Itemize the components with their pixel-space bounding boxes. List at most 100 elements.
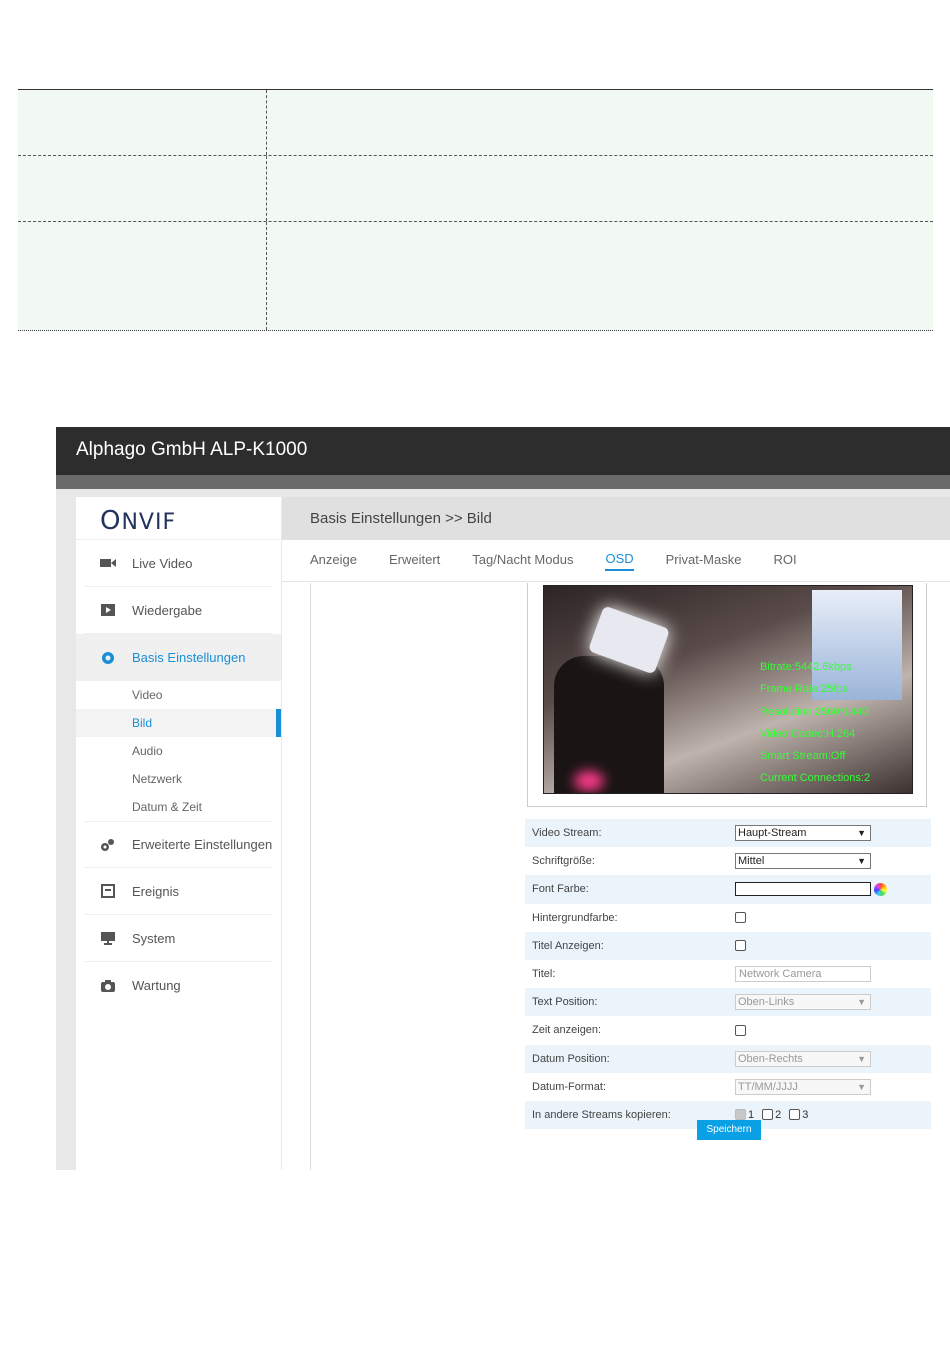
tab-privat-maske[interactable]: Privat-Maske — [666, 552, 742, 570]
osd-form: Video Stream: Haupt-Stream ▼ Schriftgröße… — [525, 819, 931, 1130]
camera-icon — [100, 979, 116, 993]
osd-connections: Current Connections:2 — [760, 772, 871, 785]
tab-tag-nacht-modus[interactable]: Tag/Nacht Modus — [472, 552, 573, 570]
sidebar-item-label: System — [132, 930, 176, 946]
chevron-down-icon: ▼ — [857, 828, 866, 839]
gears-icon — [100, 838, 116, 852]
tab-roi[interactable]: ROI — [773, 552, 796, 570]
text-position-value: Oben-Links — [738, 996, 795, 1009]
table-row — [18, 90, 933, 156]
sidebar-subitem-audio[interactable]: Audio — [76, 737, 281, 765]
tab-anzeige[interactable]: Anzeige — [310, 552, 357, 570]
show-time-label: Zeit anzeigen: — [532, 1024, 602, 1037]
copy-stream-3-label: 3 — [802, 1108, 809, 1121]
form-row: Zeit anzeigen: — [525, 1016, 931, 1045]
font-size-select[interactable]: Mittel ▼ — [735, 853, 871, 870]
tab-osd[interactable]: OSD — [605, 551, 634, 571]
bg-color-checkbox[interactable] — [735, 912, 746, 924]
breadcrumb: Basis Einstellungen >> Bild — [282, 497, 950, 540]
form-row: Schriftgröße: Mittel ▼ — [525, 847, 931, 876]
copy-stream-3-checkbox[interactable] — [789, 1109, 801, 1121]
form-row: Datum-Format: TT/MM/JJJJ ▼ — [525, 1072, 931, 1101]
sidebar: ONVIF Live Video Wiedergabe Basis Einste… — [76, 497, 281, 1170]
osd-smart-stream: Smart Stream:Off — [760, 750, 846, 763]
table-row — [18, 156, 933, 222]
video-stream-label: Video Stream: — [532, 827, 602, 840]
tab-bar: Anzeige Erweitert Tag/Nacht Modus OSD Pr… — [282, 540, 950, 582]
sidebar-item-erweiterte-einstellungen[interactable]: Erweiterte Einstellungen — [84, 821, 273, 868]
title-label: Titel: — [532, 968, 556, 981]
bg-color-label: Hintergrundfarbe: — [532, 911, 618, 924]
copy-stream-2-checkbox[interactable] — [762, 1109, 774, 1121]
sidebar-item-label: Wartung — [132, 978, 181, 993]
camera-web-app: Alphago GmbH ALP-K1000 ONVIF Live Video … — [56, 427, 950, 1170]
form-row: Text Position: Oben-Links ▼ — [525, 988, 931, 1017]
sidebar-item-wiedergabe[interactable]: Wiedergabe — [84, 587, 273, 634]
font-size-value: Mittel — [738, 855, 765, 868]
font-color-label: Font Farbe: — [532, 883, 589, 896]
sidebar-subitem-datum-zeit[interactable]: Datum & Zeit — [76, 793, 281, 821]
form-row: Video Stream: Haupt-Stream ▼ — [525, 819, 931, 848]
sidebar-subitem-netzwerk[interactable]: Netzwerk — [76, 765, 281, 793]
date-position-value: Oben-Rechts — [738, 1052, 803, 1065]
osd-video-codec: Video Codec:H.264 — [760, 727, 856, 740]
sidebar-item-system[interactable]: System — [84, 915, 273, 962]
color-wheel-icon[interactable] — [874, 882, 887, 896]
sidebar-item-ereignis[interactable]: Ereignis — [84, 868, 273, 915]
save-button[interactable]: Speichern — [697, 1120, 761, 1140]
font-color-input[interactable] — [735, 882, 871, 897]
copy-stream-2-label: 2 — [775, 1108, 782, 1121]
sidebar-item-label: Live Video — [132, 555, 193, 571]
title-input[interactable]: Network Camera — [735, 966, 871, 983]
text-position-select[interactable]: Oben-Links ▼ — [735, 994, 871, 1011]
sub-bar — [56, 475, 950, 489]
monitor-icon — [100, 931, 116, 945]
date-position-select[interactable]: Oben-Rechts ▼ — [735, 1050, 871, 1067]
document-table — [18, 89, 933, 331]
video-camera-icon — [100, 556, 116, 570]
playback-icon — [100, 603, 116, 617]
date-format-value: TT/MM/JJJJ — [738, 1080, 798, 1093]
date-format-select[interactable]: TT/MM/JJJJ ▼ — [735, 1078, 871, 1095]
sidebar-item-label: Ereignis — [132, 883, 179, 899]
sidebar-item-label: Basis Einstellungen — [132, 650, 246, 665]
osd-content: Bitrate:5442.6kbps Frame Rate:25fps Reso… — [310, 583, 950, 1170]
sidebar-item-wartung[interactable]: Wartung — [84, 962, 273, 1009]
sidebar-subitem-bild[interactable]: Bild — [76, 709, 281, 737]
onvif-logo: ONVIF — [76, 497, 281, 540]
sidebar-item-basis-einstellungen[interactable]: Basis Einstellungen — [76, 634, 281, 681]
sidebar-item-label: Wiedergabe — [132, 602, 203, 618]
sidebar-item-label: Erweiterte Einstellungen — [132, 837, 273, 852]
table-row — [18, 222, 933, 331]
form-row: Datum Position: Oben-Rechts ▼ — [525, 1044, 931, 1073]
chevron-down-icon: ▼ — [857, 997, 866, 1008]
form-row: Titel Anzeigen: — [525, 931, 931, 960]
chevron-down-icon: ▼ — [857, 1081, 866, 1092]
video-stream-value: Haupt-Stream — [738, 827, 807, 840]
main-panel: Basis Einstellungen >> Bild Anzeige Erwe… — [282, 497, 950, 1170]
form-row: Font Farbe: — [525, 875, 931, 904]
video-stream-select[interactable]: Haupt-Stream ▼ — [735, 825, 871, 842]
copy-stream-1-checkbox[interactable] — [735, 1109, 746, 1121]
show-title-checkbox[interactable] — [735, 940, 746, 952]
app-title: Alphago GmbH ALP-K1000 — [56, 427, 950, 475]
sidebar-item-live-video[interactable]: Live Video — [84, 540, 273, 587]
video-preview: Bitrate:5442.6kbps Frame Rate:25fps Reso… — [543, 585, 913, 794]
chevron-down-icon: ▼ — [857, 1053, 866, 1064]
text-position-label: Text Position: — [532, 996, 598, 1009]
osd-frame-rate: Frame Rate:25fps — [760, 683, 849, 696]
osd-resolution: Resolution:2560*1440 — [760, 705, 869, 718]
tab-erweitert[interactable]: Erweitert — [389, 552, 440, 570]
chevron-down-icon: ▼ — [857, 856, 866, 867]
sidebar-subitem-video[interactable]: Video — [76, 681, 281, 709]
form-row: Hintergrundfarbe: — [525, 903, 931, 932]
show-time-checkbox[interactable] — [735, 1024, 746, 1036]
gear-icon — [100, 651, 116, 665]
date-position-label: Datum Position: — [532, 1052, 610, 1065]
show-title-label: Titel Anzeigen: — [532, 939, 604, 952]
font-size-label: Schriftgröße: — [532, 855, 595, 868]
form-row: Titel: Network Camera — [525, 959, 931, 989]
osd-bitrate: Bitrate:5442.6kbps — [760, 661, 852, 673]
date-format-label: Datum-Format: — [532, 1080, 606, 1093]
osd-overlay-text[interactable]: Bitrate:5442.6kbps Frame Rate:25fps Reso… — [760, 656, 870, 790]
